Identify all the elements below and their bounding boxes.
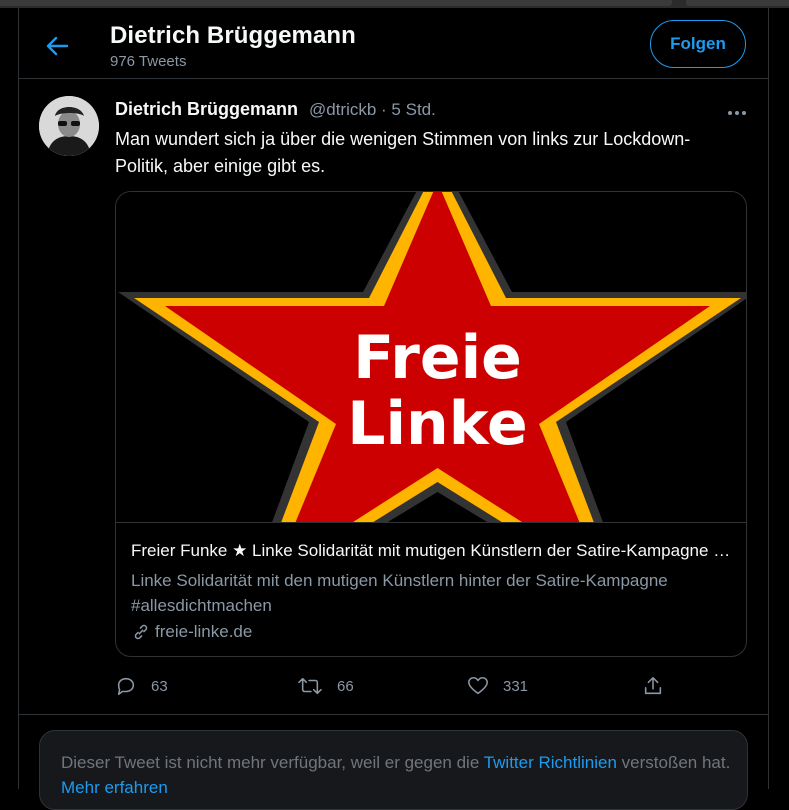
card-title: Freier Funke ★ Linke Solidarität mit mut… bbox=[131, 541, 736, 560]
retweet-icon bbox=[298, 677, 322, 695]
learn-more-link[interactable]: Mehr erfahren bbox=[61, 778, 168, 797]
retweet-count: 66 bbox=[337, 677, 354, 695]
tweet[interactable]: Dietrich Brüggemann @dtrickb · 5 Std. Ma… bbox=[19, 79, 768, 715]
browser-top-strip bbox=[0, 0, 789, 8]
card-domain-text: freie-linke.de bbox=[155, 622, 253, 641]
link-icon bbox=[134, 624, 148, 640]
notice-text-before: Dieser Tweet ist nicht mehr verfügbar, w… bbox=[61, 753, 484, 772]
author-handle-time[interactable]: @dtrickb · 5 Std. bbox=[309, 100, 436, 120]
back-button[interactable] bbox=[41, 30, 73, 62]
author-name[interactable]: Dietrich Brüggemann bbox=[115, 99, 298, 120]
profile-header: Dietrich Brüggemann 976 Tweets Folgen bbox=[19, 8, 768, 79]
unavailable-tweet-notice: Dieser Tweet ist nicht mehr verfügbar, w… bbox=[39, 730, 748, 810]
tweet-count: 976 Tweets bbox=[110, 53, 187, 70]
card-domain: freie-linke.de bbox=[131, 622, 252, 642]
timeline-column: Dietrich Brüggemann 976 Tweets Folgen Di… bbox=[18, 8, 769, 810]
reply-icon bbox=[117, 677, 135, 696]
back-arrow-icon bbox=[46, 36, 69, 56]
heart-icon bbox=[468, 676, 488, 695]
more-options-button[interactable] bbox=[725, 105, 749, 115]
card-image-text-freie: Freie bbox=[353, 323, 522, 393]
avatar-image bbox=[39, 96, 99, 156]
like-count: 331 bbox=[503, 677, 529, 695]
card-image-text-linke: Linke bbox=[347, 389, 528, 459]
page-title: Dietrich Brüggemann bbox=[110, 22, 356, 49]
like-button[interactable]: 331 bbox=[467, 675, 528, 697]
tweet-text: Man wundert sich ja über die wenigen Sti… bbox=[115, 129, 691, 176]
tweet-actions: 63 66 331 bbox=[115, 675, 755, 699]
notice-text-after: verstoßen hat. bbox=[616, 753, 731, 772]
share-button[interactable] bbox=[642, 675, 664, 697]
notice-text: Dieser Tweet ist nicht mehr verfügbar, w… bbox=[61, 750, 731, 800]
browser-tab[interactable] bbox=[0, 0, 672, 6]
more-dots-icon bbox=[728, 111, 746, 115]
follow-button[interactable]: Folgen bbox=[650, 20, 746, 68]
reply-count: 63 bbox=[151, 677, 168, 695]
card-description: Linke Solidarität mit den mutigen Künstl… bbox=[131, 571, 668, 615]
reply-button[interactable]: 63 bbox=[115, 675, 168, 697]
link-card[interactable]: Freie Linke Freier Funke ★ Linke Solidar… bbox=[115, 191, 747, 657]
twitter-rules-link[interactable]: Twitter Richtlinien bbox=[484, 753, 617, 772]
red-star-image: Freie Linke bbox=[118, 192, 746, 612]
share-icon bbox=[644, 676, 662, 695]
retweet-button[interactable]: 66 bbox=[297, 675, 354, 697]
avatar[interactable] bbox=[39, 96, 99, 156]
browser-tab[interactable] bbox=[686, 0, 789, 6]
card-image[interactable]: Freie Linke bbox=[116, 192, 746, 612]
